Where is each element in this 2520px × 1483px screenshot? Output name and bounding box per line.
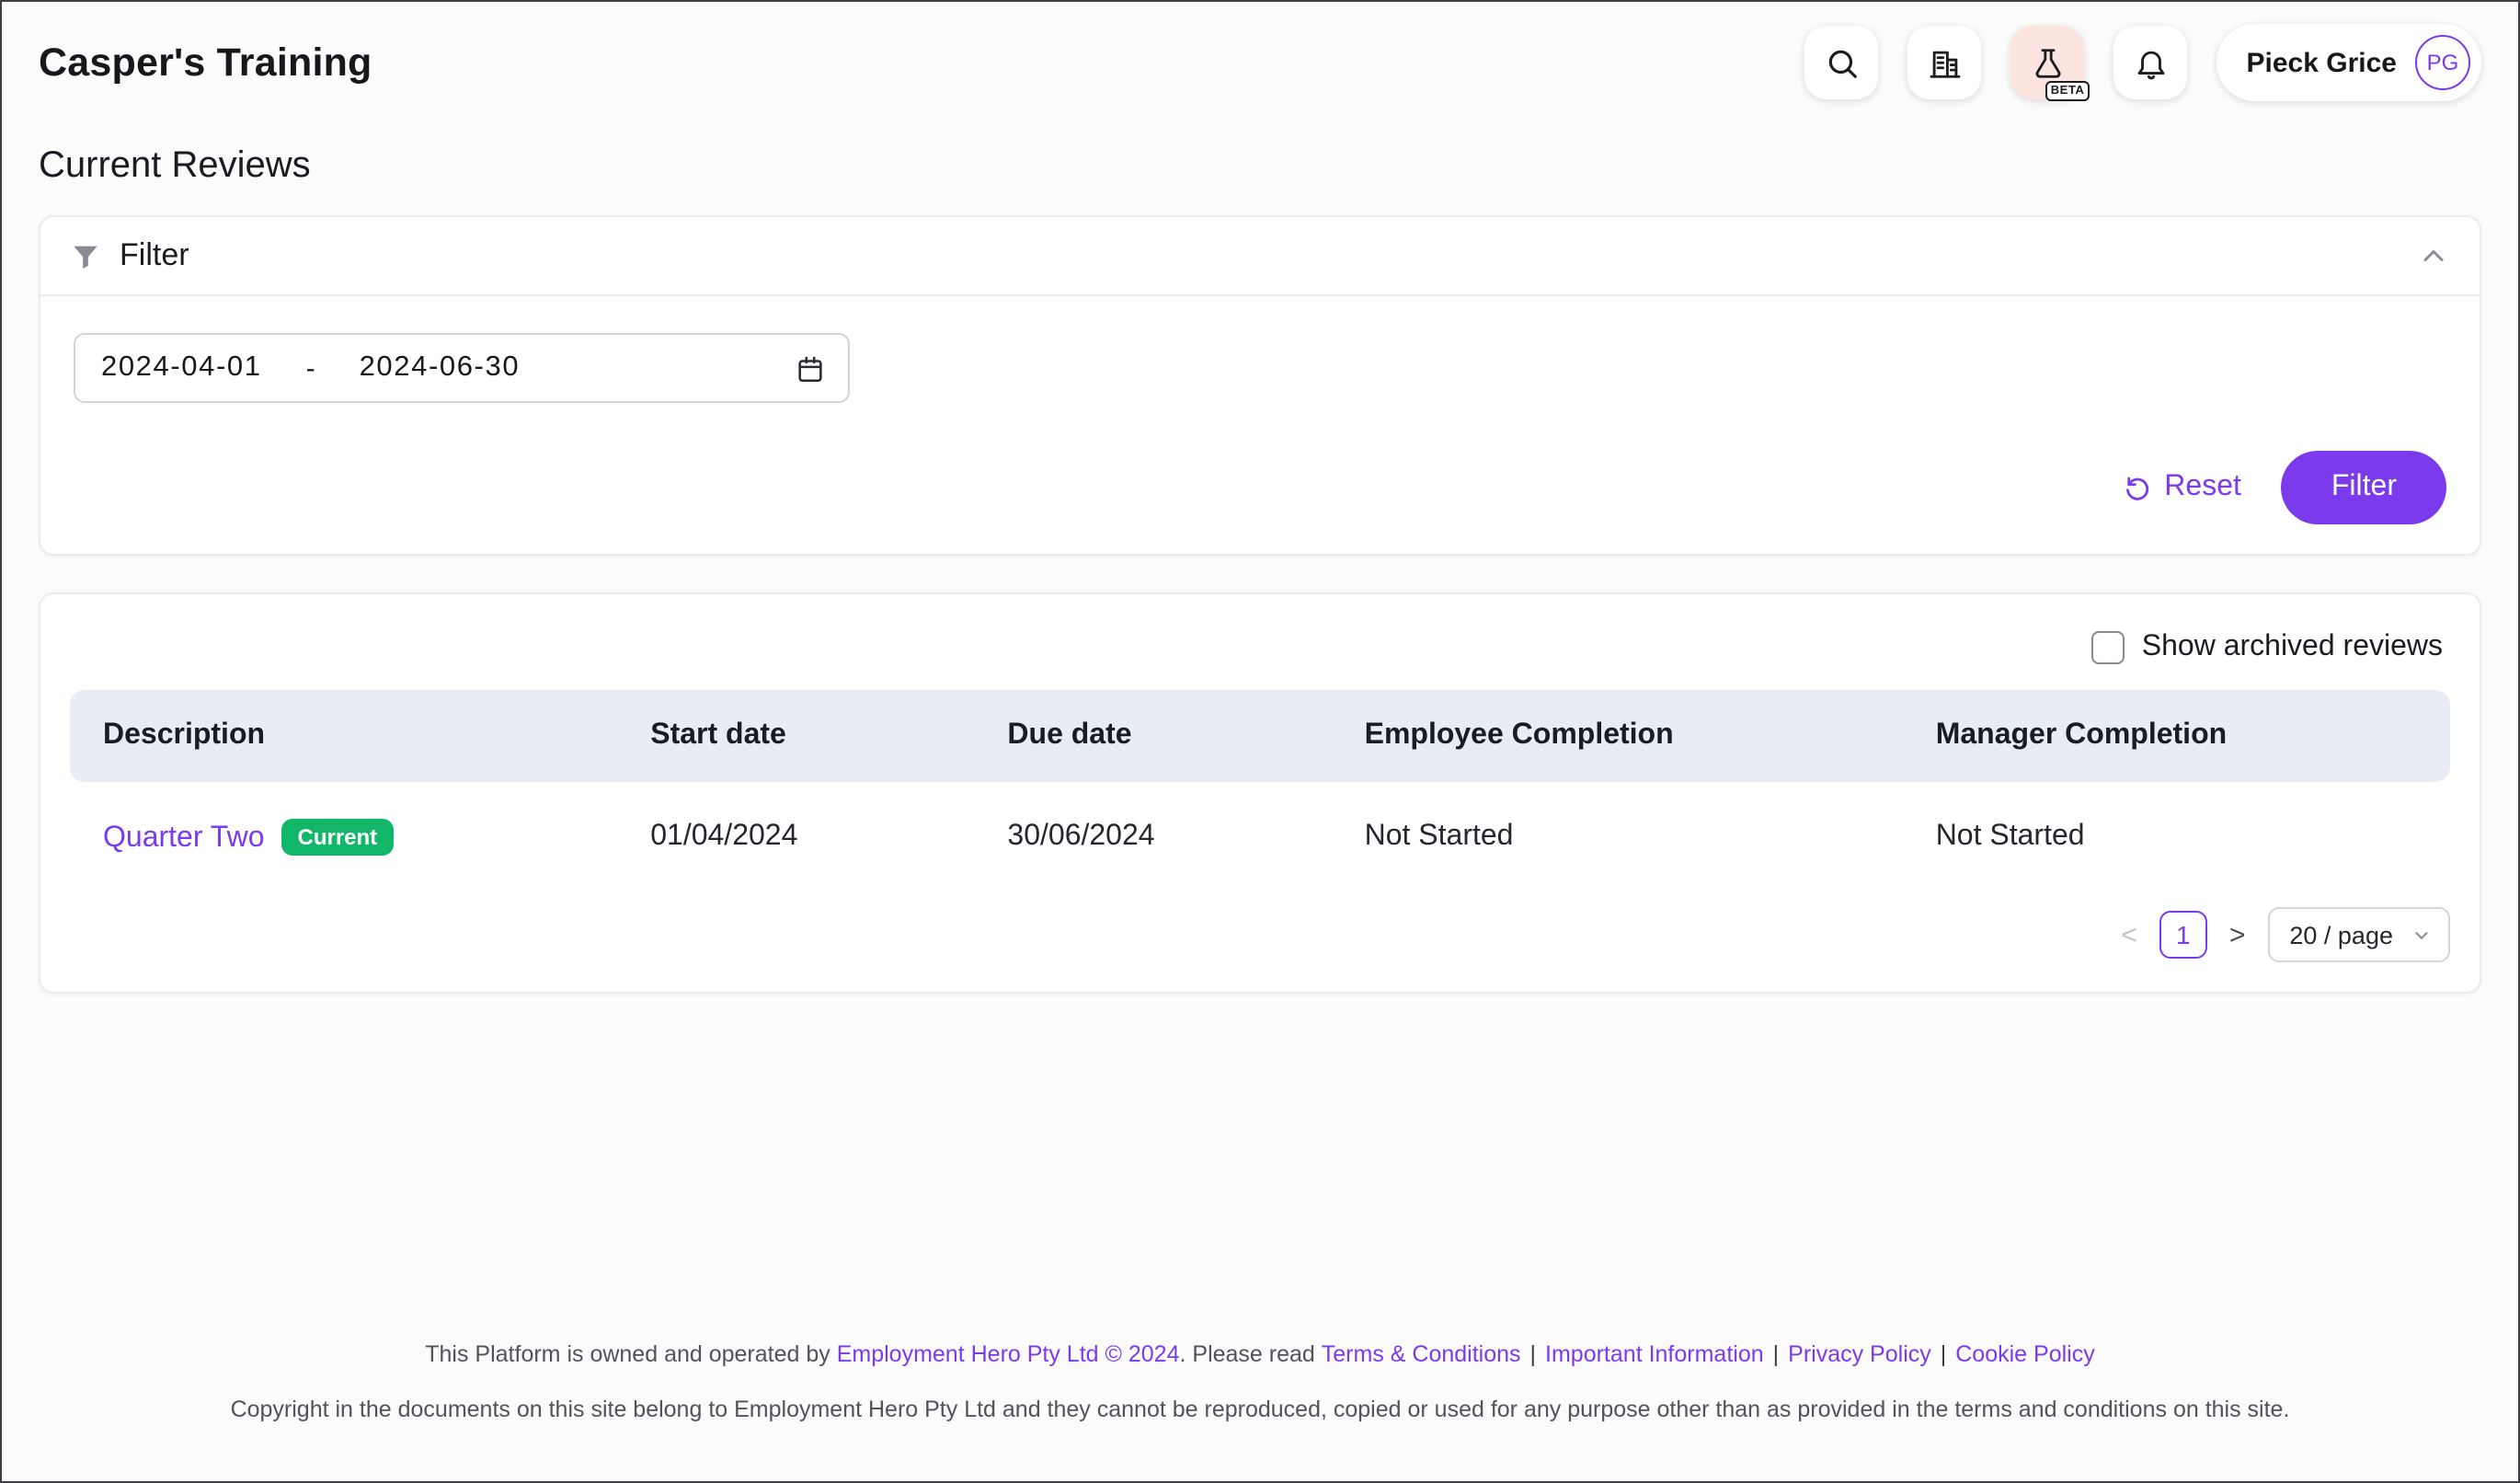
search-button[interactable] [1805,26,1879,99]
footer-copyright-line: Copyright in the documents on this site … [39,1395,2481,1426]
manager-completion-cell: Not Started [1903,782,2450,892]
date-to-value[interactable]: 2024-06-30 [360,351,521,385]
filter-submit-button[interactable]: Filter [2282,451,2446,524]
chevron-down-icon [2411,925,2432,945]
reset-label: Reset [2164,471,2241,504]
filter-card: Filter 2024-04-01 - 2024-06-30 [39,215,2481,556]
pagination-next-button[interactable]: > [2229,919,2246,950]
building-icon [1928,45,1963,80]
funnel-icon [70,240,101,271]
show-archived-checkbox[interactable] [2092,631,2125,664]
page-size-select[interactable]: 20 / page [2267,907,2450,962]
show-archived-row: Show archived reviews [70,631,2443,664]
search-icon [1825,45,1860,80]
reset-icon [2122,473,2151,502]
date-separator: - [306,352,315,384]
pagination: < 1 > 20 / page [70,907,2450,962]
review-link[interactable]: Quarter Two [103,822,265,854]
user-name: Pieck Grice [2247,47,2397,78]
page-title: Current Reviews [39,145,2481,188]
separator: | [1941,1341,1947,1367]
reviews-table: Description Start date Due date Employee… [70,690,2450,892]
start-date-cell: 01/04/2024 [617,782,974,892]
table-header-row: Description Start date Due date Employee… [70,690,2450,782]
separator: | [1773,1341,1780,1367]
filter-title: Filter [120,237,189,274]
filter-card-header[interactable]: Filter [40,217,2480,296]
pagination-current-page[interactable]: 1 [2159,911,2207,959]
reviews-card: Show archived reviews Description Start … [39,592,2481,994]
column-due-date: Due date [974,690,1331,782]
top-actions: BETA Pieck Grice PG [1805,24,2481,101]
terms-link[interactable]: Terms & Conditions [1322,1341,1521,1367]
filter-card-body: 2024-04-01 - 2024-06-30 [40,296,2480,554]
organisation-button[interactable] [1908,26,1982,99]
top-bar: Casper's Training [39,2,2481,123]
footer-prefix: This Platform is owned and operated by [425,1341,836,1367]
reset-button[interactable]: Reset [2122,471,2241,504]
footer-mid: . Please read [1180,1341,1322,1367]
column-employee-completion: Employee Completion [1332,690,1903,782]
employee-completion-cell: Not Started [1332,782,1903,892]
status-badge: Current [281,819,395,856]
calendar-icon[interactable] [795,352,826,384]
table-row: Quarter Two Current 01/04/2024 30/06/2024… [70,782,2450,892]
footer: This Platform is owned and operated by E… [39,1339,2481,1426]
footer-legal-line: This Platform is owned and operated by E… [39,1339,2481,1371]
due-date-cell: 30/06/2024 [974,782,1331,892]
app-window: Casper's Training [0,0,2520,1483]
column-start-date: Start date [617,690,974,782]
user-menu[interactable]: Pieck Grice PG [2217,24,2481,101]
separator: | [1530,1341,1537,1367]
labs-beta-button[interactable]: BETA [2011,26,2085,99]
app-title: Casper's Training [39,40,372,86]
important-info-link[interactable]: Important Information [1545,1341,1764,1367]
privacy-link[interactable]: Privacy Policy [1788,1341,1931,1367]
notifications-button[interactable] [2114,26,2188,99]
flask-icon [2031,45,2066,80]
bell-icon [2134,45,2169,80]
column-description: Description [70,690,617,782]
date-range-input[interactable]: 2024-04-01 - 2024-06-30 [74,333,850,403]
pagination-prev-button[interactable]: < [2121,919,2137,950]
chevron-up-icon[interactable] [2417,239,2450,272]
avatar: PG [2415,35,2470,90]
page-size-value: 20 / page [2289,921,2393,948]
cookie-link[interactable]: Cookie Policy [1955,1341,2094,1367]
company-link[interactable]: Employment Hero Pty Ltd © 2024 [837,1341,1180,1367]
date-from-value[interactable]: 2024-04-01 [101,351,262,385]
column-manager-completion: Manager Completion [1903,690,2450,782]
beta-badge: BETA [2045,81,2090,101]
show-archived-label: Show archived reviews [2142,631,2443,664]
filter-actions: Reset Filter [74,451,2446,524]
